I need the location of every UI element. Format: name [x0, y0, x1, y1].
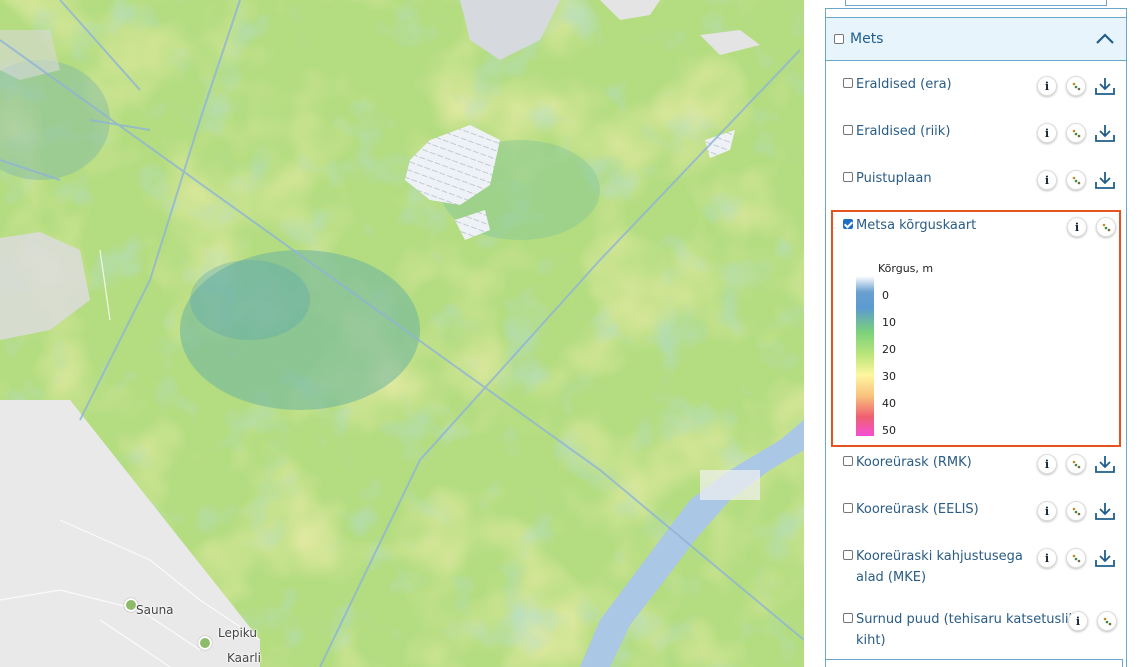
legend-tick: 0: [882, 289, 889, 302]
info-icon[interactable]: i: [1068, 611, 1088, 631]
legend-tick: 50: [882, 424, 896, 437]
group-header-mets[interactable]: Mets: [825, 17, 1127, 61]
info-icon[interactable]: i: [1037, 501, 1057, 521]
info-icon[interactable]: i: [1037, 170, 1057, 190]
layer-tools: i: [1068, 611, 1117, 631]
legend-color-ramp: [856, 276, 874, 436]
chevron-up-icon[interactable]: [1094, 28, 1116, 50]
info-icon[interactable]: i: [1037, 454, 1057, 474]
layer-checkbox[interactable]: [843, 550, 853, 560]
info-icon[interactable]: i: [1037, 548, 1057, 568]
info-icon[interactable]: i: [1067, 217, 1087, 237]
legend-title: Kõrgus, m: [878, 262, 934, 275]
layer-tools: i: [1037, 123, 1116, 143]
info-icon[interactable]: i: [1037, 76, 1057, 96]
highlighted-layer-box: [831, 210, 1121, 447]
next-group-header-edge: [825, 659, 1123, 667]
layer-tools: i: [1037, 454, 1116, 474]
transparency-icon[interactable]: [1066, 76, 1086, 96]
transparency-icon[interactable]: [1097, 611, 1117, 631]
layer-label[interactable]: Metsa kõrguskaart: [856, 215, 976, 236]
transparency-icon[interactable]: [1096, 217, 1116, 237]
legend-tick: 20: [882, 343, 896, 356]
transparency-icon[interactable]: [1066, 123, 1086, 143]
previous-group-footer: [825, 0, 1127, 9]
layer-checkbox[interactable]: [843, 456, 853, 466]
info-icon[interactable]: i: [1037, 123, 1057, 143]
download-icon[interactable]: [1094, 548, 1116, 568]
map-label-sauna: Sauna: [136, 603, 174, 617]
download-icon[interactable]: [1094, 123, 1116, 143]
layer-tools: i: [1037, 548, 1116, 568]
layer-tools: i: [1067, 217, 1116, 237]
legend-tick: 30: [882, 370, 896, 383]
download-icon[interactable]: [1094, 454, 1116, 474]
download-icon[interactable]: [1094, 76, 1116, 96]
layer-label-line1[interactable]: Surnud puud (tehisaru katsetuslik: [856, 609, 1076, 630]
transparency-icon[interactable]: [1066, 548, 1086, 568]
transparency-icon[interactable]: [1066, 170, 1086, 190]
legend-tick: 40: [882, 397, 896, 410]
legend-tick: 10: [882, 316, 896, 329]
layer-tools: i: [1037, 170, 1116, 190]
layer-label[interactable]: Kooreürask (RMK): [856, 452, 972, 473]
layer-label[interactable]: Kooreürask (EELIS): [856, 499, 979, 520]
layer-tools: i: [1037, 501, 1116, 521]
download-icon[interactable]: [1094, 501, 1116, 521]
group-title: Mets: [850, 31, 884, 47]
layer-checkbox[interactable]: [843, 613, 853, 623]
transparency-icon[interactable]: [1066, 501, 1086, 521]
map-label-kaarli: Kaarli: [227, 651, 261, 665]
layer-checkbox[interactable]: [843, 172, 853, 182]
layer-label-line2[interactable]: alad (MKE): [856, 567, 926, 588]
layer-label[interactable]: Eraldised (riik): [856, 121, 950, 142]
lepiku-poi-icon[interactable]: [198, 636, 212, 650]
layer-checkbox[interactable]: [843, 503, 853, 513]
layer-checkbox[interactable]: [843, 78, 853, 88]
transparency-icon[interactable]: [1066, 454, 1086, 474]
layer-label[interactable]: Puistuplaan: [856, 168, 932, 189]
layer-checkbox-checked[interactable]: [843, 219, 853, 229]
forest-height-map[interactable]: Sauna Lepiku Kaarli: [0, 0, 804, 667]
layer-tools: i: [1037, 76, 1116, 96]
group-checkbox[interactable]: [834, 34, 844, 44]
map-canvas[interactable]: [0, 0, 804, 667]
layer-label-line2[interactable]: kiht): [856, 630, 886, 651]
layer-checkbox[interactable]: [843, 125, 853, 135]
map-label-lepiku: Lepiku: [218, 626, 257, 640]
layer-label-line1[interactable]: Kooreüraski kahjustusega: [856, 546, 1023, 567]
layer-label[interactable]: Eraldised (era): [856, 74, 952, 95]
download-icon[interactable]: [1094, 170, 1116, 190]
